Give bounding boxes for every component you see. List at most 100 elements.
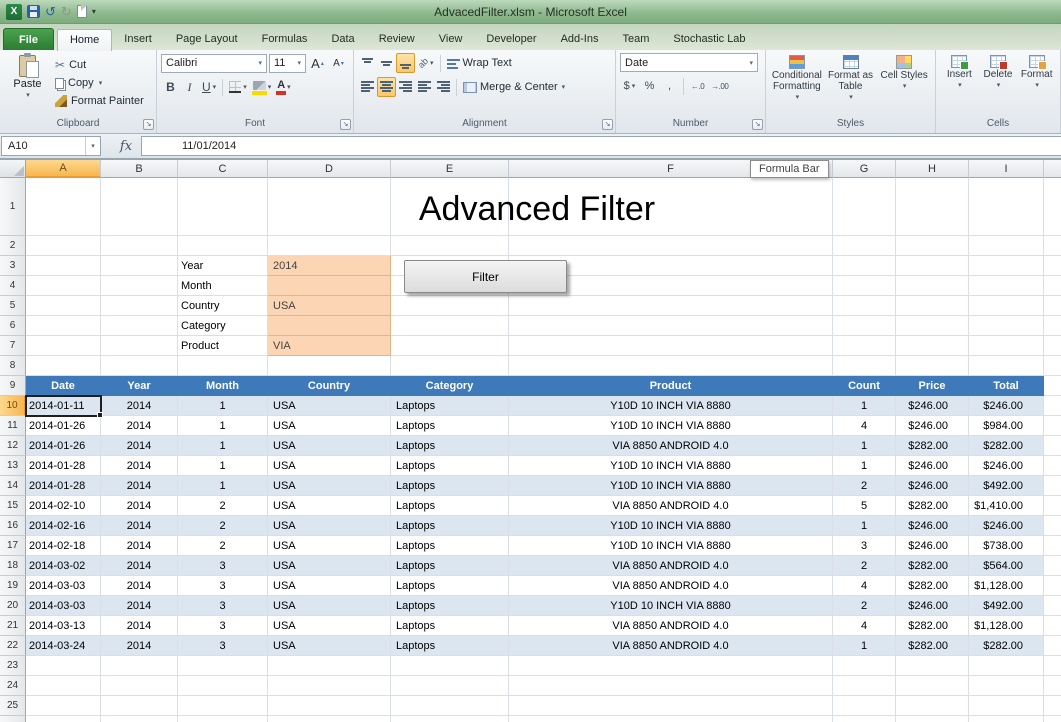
- cell-F16[interactable]: Y10D 10 INCH VIA 8880: [509, 516, 833, 536]
- cell-x4[interactable]: [1044, 276, 1061, 296]
- row-header-17[interactable]: 17: [0, 536, 26, 556]
- cell-B9[interactable]: Year: [101, 376, 178, 396]
- cell-G13[interactable]: 1: [833, 456, 896, 476]
- paste-button[interactable]: Paste ▾: [4, 53, 51, 117]
- row-header-7[interactable]: 7: [0, 336, 26, 356]
- cell-F24[interactable]: [509, 676, 833, 696]
- cell-I11[interactable]: $984.00: [969, 416, 1044, 436]
- excel-app-icon[interactable]: X: [6, 4, 22, 20]
- cell-B19[interactable]: 2014: [101, 576, 178, 596]
- cell-G7[interactable]: [833, 336, 896, 356]
- cell-I3[interactable]: [969, 256, 1044, 276]
- cell-F26[interactable]: [509, 716, 833, 722]
- cell-C10[interactable]: 1: [178, 396, 268, 416]
- cell-I22[interactable]: $282.00: [969, 636, 1044, 656]
- merge-center-button[interactable]: Merge & Center▾: [460, 77, 568, 97]
- cell-H26[interactable]: [896, 716, 969, 722]
- cell-B25[interactable]: [101, 696, 178, 716]
- cell-A22[interactable]: 2014-03-24: [26, 636, 101, 656]
- cell-H20[interactable]: $246.00: [896, 596, 969, 616]
- cell-C18[interactable]: 3: [178, 556, 268, 576]
- cell-D22[interactable]: USA: [268, 636, 391, 656]
- shrink-font-button[interactable]: A▾: [329, 53, 348, 73]
- cell-F19[interactable]: VIA 8850 ANDROID 4.0: [509, 576, 833, 596]
- cell-x23[interactable]: [1044, 656, 1061, 676]
- cell-G17[interactable]: 3: [833, 536, 896, 556]
- cell-I6[interactable]: [969, 316, 1044, 336]
- cell-H19[interactable]: $282.00: [896, 576, 969, 596]
- cell-E25[interactable]: [391, 696, 509, 716]
- cell-I7[interactable]: [969, 336, 1044, 356]
- tab-file[interactable]: File: [3, 28, 54, 50]
- cell-F25[interactable]: [509, 696, 833, 716]
- cell-I12[interactable]: $282.00: [969, 436, 1044, 456]
- save-icon[interactable]: [27, 5, 40, 18]
- cell-G21[interactable]: 4: [833, 616, 896, 636]
- cell-F20[interactable]: Y10D 10 INCH VIA 8880: [509, 596, 833, 616]
- cell-H17[interactable]: $246.00: [896, 536, 969, 556]
- format-as-table-button[interactable]: Format as Table▾: [824, 53, 878, 117]
- cell-G9[interactable]: Count: [833, 376, 896, 396]
- row-header-1[interactable]: 1: [0, 178, 26, 236]
- cell-A25[interactable]: [26, 696, 101, 716]
- align-right-button[interactable]: [396, 77, 415, 97]
- cell-B1[interactable]: [101, 178, 178, 236]
- cell-D16[interactable]: USA: [268, 516, 391, 536]
- increase-decimal-button[interactable]: ←.0: [688, 76, 707, 96]
- new-document-icon[interactable]: [77, 5, 87, 18]
- cell-D5[interactable]: USA: [268, 296, 391, 316]
- percent-style-button[interactable]: %: [640, 76, 659, 96]
- cell-F8[interactable]: [509, 356, 833, 376]
- cell-x8[interactable]: [1044, 356, 1061, 376]
- cell-D6[interactable]: [268, 316, 391, 336]
- select-all-corner[interactable]: [0, 160, 26, 178]
- cell-G8[interactable]: [833, 356, 896, 376]
- row-header-5[interactable]: 5: [0, 296, 26, 316]
- cell-A9[interactable]: Date: [26, 376, 101, 396]
- tab-add-ins[interactable]: Add-Ins: [549, 28, 611, 50]
- clipboard-dialog-launcher-icon[interactable]: ↘: [143, 119, 154, 130]
- cell-styles-button[interactable]: Cell Styles▾: [877, 53, 931, 117]
- cell-D1[interactable]: [268, 178, 391, 236]
- row-header-19[interactable]: 19: [0, 576, 26, 596]
- cell-x21[interactable]: [1044, 616, 1061, 636]
- cell-E8[interactable]: [391, 356, 509, 376]
- grow-font-button[interactable]: A▴: [308, 53, 327, 73]
- cell-C12[interactable]: 1: [178, 436, 268, 456]
- redo-icon[interactable]: ↻: [61, 5, 72, 18]
- cell-A23[interactable]: [26, 656, 101, 676]
- cell-D23[interactable]: [268, 656, 391, 676]
- cell-F21[interactable]: VIA 8850 ANDROID 4.0: [509, 616, 833, 636]
- cell-C5[interactable]: Country: [178, 296, 268, 316]
- cell-I23[interactable]: [969, 656, 1044, 676]
- cell-E2[interactable]: [391, 236, 509, 256]
- cell-E21[interactable]: Laptops: [391, 616, 509, 636]
- cell-A20[interactable]: 2014-03-03: [26, 596, 101, 616]
- cell-H3[interactable]: [896, 256, 969, 276]
- font-size-select[interactable]: 11▾: [269, 54, 306, 73]
- row-header-18[interactable]: 18: [0, 556, 26, 576]
- row-header-23[interactable]: 23: [0, 656, 26, 676]
- column-header-A[interactable]: A: [26, 160, 101, 178]
- cell-G26[interactable]: [833, 716, 896, 722]
- cell-E5[interactable]: [391, 296, 509, 316]
- cell-B6[interactable]: [101, 316, 178, 336]
- cell-B26[interactable]: [101, 716, 178, 722]
- row-header-6[interactable]: 6: [0, 316, 26, 336]
- cell-D26[interactable]: [268, 716, 391, 722]
- cell-E16[interactable]: Laptops: [391, 516, 509, 536]
- cell-H18[interactable]: $282.00: [896, 556, 969, 576]
- cell-C9[interactable]: Month: [178, 376, 268, 396]
- cell-D9[interactable]: Country: [268, 376, 391, 396]
- cell-D10[interactable]: USA: [268, 396, 391, 416]
- number-dialog-launcher-icon[interactable]: ↘: [752, 119, 763, 130]
- cell-E20[interactable]: Laptops: [391, 596, 509, 616]
- cell-G20[interactable]: 2: [833, 596, 896, 616]
- cell-A13[interactable]: 2014-01-28: [26, 456, 101, 476]
- cell-I2[interactable]: [969, 236, 1044, 256]
- row-header-22[interactable]: 22: [0, 636, 26, 656]
- conditional-formatting-button[interactable]: Conditional Formatting▾: [770, 53, 824, 117]
- cell-E1[interactable]: [391, 178, 509, 236]
- align-top-button[interactable]: [358, 53, 377, 73]
- comma-style-button[interactable]: ,: [660, 76, 679, 96]
